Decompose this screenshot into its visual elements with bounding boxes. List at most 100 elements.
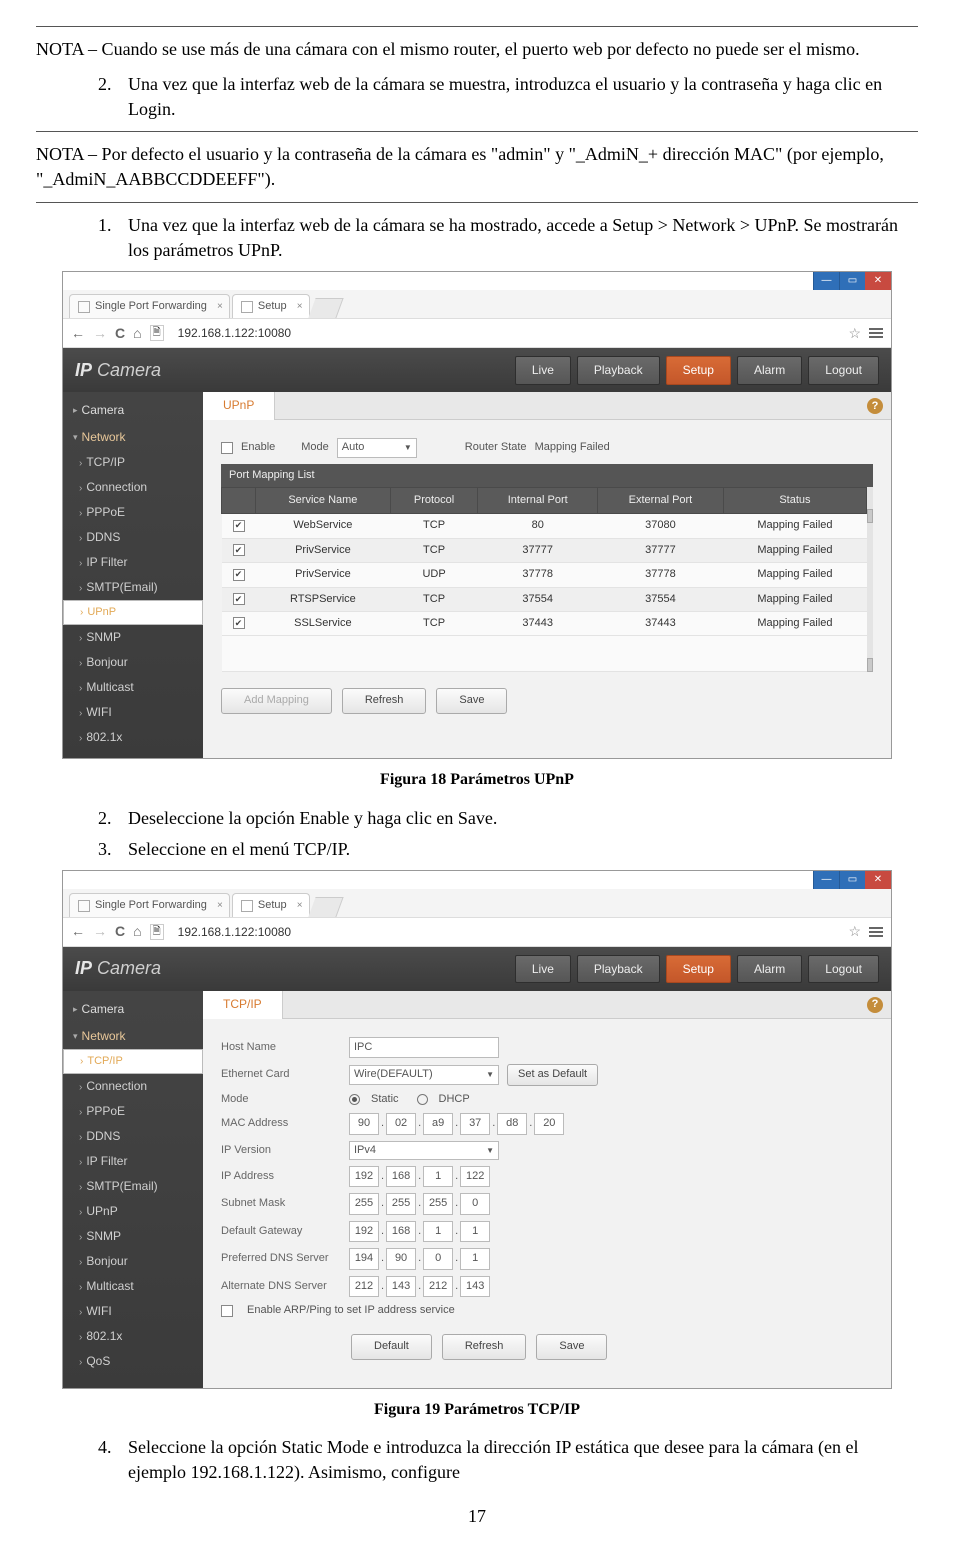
nav-playback[interactable]: Playback	[577, 955, 660, 984]
maximize-icon[interactable]: ▭	[839, 272, 865, 290]
ethernet-card-select[interactable]: Wire(DEFAULT)▼	[349, 1065, 499, 1084]
close-icon[interactable]: ×	[297, 899, 303, 913]
browser-tab-spf[interactable]: Single Port Forwarding ×	[69, 893, 230, 917]
row-checkbox[interactable]	[233, 520, 245, 532]
sidebar-group-network[interactable]: ▾Network	[63, 1022, 203, 1049]
forward-icon[interactable]: →	[93, 324, 107, 344]
ip-address-input[interactable]: 192.168.1.122	[349, 1166, 490, 1187]
nav-setup[interactable]: Setup	[666, 356, 731, 385]
sidebar-item-ddns[interactable]: ›DDNS	[63, 525, 203, 550]
close-window-icon[interactable]: ✕	[865, 871, 891, 889]
reload-icon[interactable]: C	[115, 922, 125, 942]
sidebar-item-8021x[interactable]: ›802.1x	[63, 725, 203, 750]
nav-setup[interactable]: Setup	[666, 955, 731, 984]
sidebar-item-pppoe[interactable]: ›PPPoE	[63, 500, 203, 525]
sidebar-item-snmp[interactable]: ›SNMP	[63, 625, 203, 650]
menu-icon[interactable]	[869, 332, 883, 334]
sidebar-item-snmp[interactable]: ›SNMP	[63, 1224, 203, 1249]
back-icon[interactable]: ←	[71, 324, 85, 344]
nav-logout[interactable]: Logout	[808, 356, 879, 385]
sidebar-item-bonjour[interactable]: ›Bonjour	[63, 1249, 203, 1274]
add-mapping-button[interactable]: Add Mapping	[221, 688, 332, 713]
home-icon[interactable]: ⌂	[133, 324, 141, 344]
home-icon[interactable]: ⌂	[133, 922, 141, 942]
sidebar-item-multicast[interactable]: ›Multicast	[63, 675, 203, 700]
nav-live[interactable]: Live	[515, 955, 571, 984]
close-icon[interactable]: ×	[297, 300, 303, 314]
reload-icon[interactable]: C	[115, 324, 125, 344]
sidebar-item-ddns[interactable]: ›DDNS	[63, 1124, 203, 1149]
row-checkbox[interactable]	[233, 593, 245, 605]
minimize-icon[interactable]: —	[813, 871, 839, 889]
star-icon[interactable]: ☆	[848, 324, 861, 344]
preferred-dns-input[interactable]: 194.90.0.1	[349, 1248, 490, 1269]
nav-live[interactable]: Live	[515, 356, 571, 385]
sidebar-group-network[interactable]: ▾Network	[63, 423, 203, 450]
default-button[interactable]: Default	[351, 1334, 432, 1359]
tab-label: Single Port Forwarding	[95, 898, 207, 913]
sidebar-item-tcpip[interactable]: ›TCP/IP	[63, 450, 203, 475]
sidebar-group-camera[interactable]: ▸Camera	[63, 995, 203, 1022]
host-name-input[interactable]: IPC	[349, 1037, 499, 1058]
arp-ping-checkbox[interactable]	[221, 1305, 233, 1317]
maximize-icon[interactable]: ▭	[839, 871, 865, 889]
alternate-dns-input[interactable]: 212.143.212.143	[349, 1276, 490, 1297]
ip-version-select[interactable]: IPv4▼	[349, 1141, 499, 1160]
close-window-icon[interactable]: ✕	[865, 272, 891, 290]
forward-icon[interactable]: →	[93, 922, 107, 942]
sidebar-item-connection[interactable]: ›Connection	[63, 475, 203, 500]
sidebar-item-bonjour[interactable]: ›Bonjour	[63, 650, 203, 675]
new-tab-shape[interactable]	[308, 298, 343, 318]
address-bar[interactable]: 192.168.1.122:10080	[172, 922, 841, 943]
gateway-input[interactable]: 192.168.1.1	[349, 1221, 490, 1242]
static-radio[interactable]	[349, 1094, 360, 1105]
dhcp-radio[interactable]	[417, 1094, 428, 1105]
subnet-mask-input[interactable]: 255.255.255.0	[349, 1193, 490, 1214]
nav-alarm[interactable]: Alarm	[737, 356, 802, 385]
sidebar-item-wifi[interactable]: ›WIFI	[63, 1299, 203, 1324]
tab-tcpip[interactable]: TCP/IP	[203, 991, 283, 1019]
set-default-button[interactable]: Set as Default	[507, 1064, 598, 1085]
browser-tab-setup[interactable]: Setup ×	[232, 893, 310, 917]
sidebar-item-wifi[interactable]: ›WIFI	[63, 700, 203, 725]
sidebar-item-connection[interactable]: ›Connection	[63, 1074, 203, 1099]
mac-address-input[interactable]: 90.02.a9.37.d8.20	[349, 1113, 564, 1134]
new-tab-shape[interactable]	[308, 897, 343, 917]
address-bar[interactable]: 192.168.1.122:10080	[172, 323, 841, 344]
sidebar-item-tcpip[interactable]: ›TCP/IP	[63, 1049, 203, 1074]
close-icon[interactable]: ×	[217, 899, 223, 913]
sidebar-item-smtp[interactable]: ›SMTP(Email)	[63, 1174, 203, 1199]
tab-upnp[interactable]: UPnP	[203, 392, 275, 420]
help-icon[interactable]: ?	[867, 997, 883, 1013]
minimize-icon[interactable]: —	[813, 272, 839, 290]
table-scrollbar[interactable]	[867, 487, 873, 672]
back-icon[interactable]: ←	[71, 922, 85, 942]
nav-alarm[interactable]: Alarm	[737, 955, 802, 984]
star-icon[interactable]: ☆	[848, 922, 861, 942]
close-icon[interactable]: ×	[217, 300, 223, 314]
sidebar-group-camera[interactable]: ▸Camera	[63, 396, 203, 423]
refresh-button[interactable]: Refresh	[342, 688, 427, 713]
sidebar-item-upnp[interactable]: ›UPnP	[63, 600, 203, 625]
enable-checkbox[interactable]	[221, 442, 233, 454]
save-button[interactable]: Save	[436, 688, 507, 713]
nav-logout[interactable]: Logout	[808, 955, 879, 984]
row-checkbox[interactable]	[233, 544, 245, 556]
menu-icon[interactable]	[869, 931, 883, 933]
sidebar-item-upnp[interactable]: ›UPnP	[63, 1199, 203, 1224]
sidebar-item-ipfilter[interactable]: ›IP Filter	[63, 550, 203, 575]
sidebar-item-qos[interactable]: ›QoS	[63, 1349, 203, 1374]
refresh-button[interactable]: Refresh	[442, 1334, 527, 1359]
sidebar-item-multicast[interactable]: ›Multicast	[63, 1274, 203, 1299]
sidebar-item-8021x[interactable]: ›802.1x	[63, 1324, 203, 1349]
save-button[interactable]: Save	[536, 1334, 607, 1359]
browser-tab-setup[interactable]: Setup ×	[232, 294, 310, 318]
nav-playback[interactable]: Playback	[577, 356, 660, 385]
mode-select[interactable]: Auto▼	[337, 438, 417, 457]
row-checkbox[interactable]	[233, 617, 245, 629]
row-checkbox[interactable]	[233, 569, 245, 581]
browser-tab-spf[interactable]: Single Port Forwarding ×	[69, 294, 230, 318]
sidebar-item-ipfilter[interactable]: ›IP Filter	[63, 1149, 203, 1174]
sidebar-item-smtp[interactable]: ›SMTP(Email)	[63, 575, 203, 600]
sidebar-item-pppoe[interactable]: ›PPPoE	[63, 1099, 203, 1124]
